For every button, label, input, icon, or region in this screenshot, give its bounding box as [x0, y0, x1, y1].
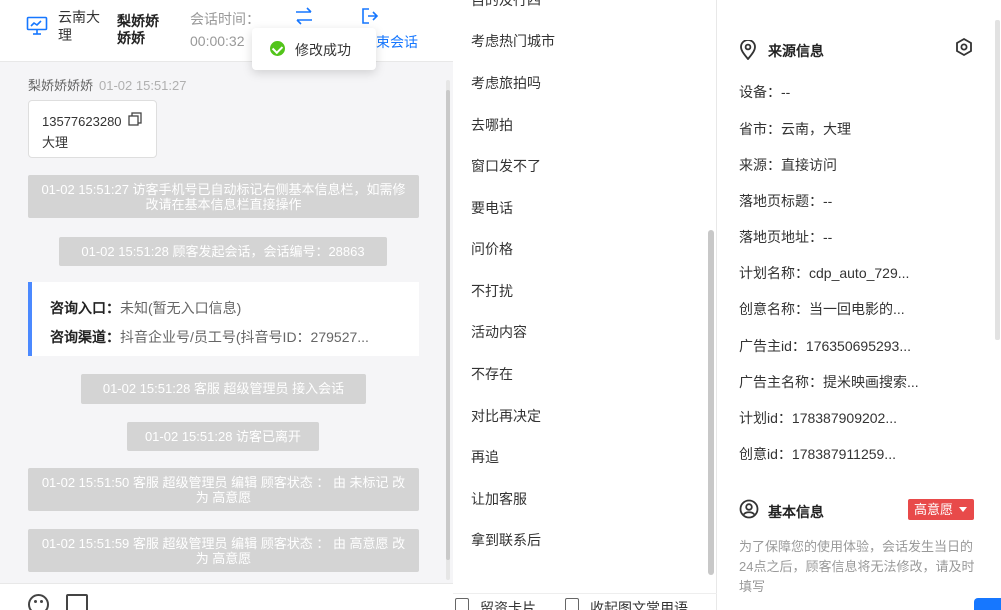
lead-card-button[interactable]: 留资卡片 [480, 598, 536, 610]
monitor-icon [26, 16, 48, 35]
info-row-advertiser-name: 广告主名称：提米映画搜索... [739, 374, 919, 390]
quick-reply-scrollbar[interactable] [708, 230, 714, 575]
session-time-label: 会话时间： [190, 11, 260, 27]
quick-reply-item[interactable]: 不存在 [471, 364, 513, 384]
quick-reply-item[interactable]: 不打扰 [471, 281, 513, 301]
chat-panel: 云南大理 梨娇娇娇娇 会话时间： 00:00:32 束会话 修改成功 梨娇娇娇娇… [0, 0, 453, 610]
info-row-creative-id: 创意id：178387911259... [739, 446, 896, 462]
info-row-landing-title: 落地页标题：-- [739, 193, 833, 209]
system-message: 01-02 15:51:27 访客手机号已自动标记右侧基本信息栏，如需修改请在基… [28, 175, 419, 218]
check-circle-icon [270, 41, 285, 56]
quick-reply-panel: 自的及行四 考虑热门城市 考虑旅拍吗 去哪拍 窗口发不了 要电话 问价格 不打扰… [453, 0, 717, 610]
consult-info-card: 咨询入口：未知(暂无入口信息) 咨询渠道：抖音企业号/员工号(抖音号ID：279… [28, 282, 419, 356]
info-row-plan-name: 计划名称：cdp_auto_729... [739, 265, 910, 281]
message-time: 01-02 15:51:27 [99, 78, 187, 93]
system-message: 01-02 15:51:28 客服 超级管理员 接入会话 [81, 374, 366, 404]
visitor-name: 梨娇娇娇娇 [117, 13, 159, 46]
info-row-advertiser-id: 广告主id：176350695293... [739, 338, 912, 354]
location-pin-icon [740, 40, 756, 60]
quick-reply-item[interactable]: 问价格 [471, 239, 513, 259]
system-message: 01-02 15:51:50 客服 超级管理员 编辑 顾客状态 ： 由 未标记 … [28, 468, 419, 511]
quick-reply-item[interactable]: 去哪拍 [471, 115, 513, 135]
consult-entry-value: 未知(暂无入口信息) [120, 300, 242, 316]
transfer-icon[interactable] [294, 7, 314, 25]
collapse-icon [565, 598, 579, 610]
consult-channel-label: 咨询渠道： [50, 329, 120, 345]
consult-entry-label: 咨询入口： [50, 300, 120, 316]
system-message: 01-02 15:51:28 顾客发起会话，会话编号：28863 [59, 237, 387, 266]
info-row-device: 设备：-- [739, 84, 791, 100]
quick-reply-item[interactable]: 窗口发不了 [471, 156, 541, 176]
quick-reply-footer: 留资卡片 收起图文常用语 [453, 593, 717, 610]
image-icon[interactable] [66, 594, 88, 610]
exit-icon[interactable] [361, 7, 379, 25]
quick-reply-item[interactable]: 考虑旅拍吗 [471, 73, 541, 93]
quick-reply-item[interactable]: 考虑热门城市 [471, 31, 555, 51]
info-row-creative-name: 创意名称：当一回电影的... [739, 301, 905, 317]
message-sender: 梨娇娇娇娇 [28, 78, 94, 93]
visitor-location: 云南大理 [58, 9, 100, 43]
quick-reply-item[interactable]: 再追 [471, 447, 499, 467]
chat-header: 云南大理 梨娇娇娇娇 会话时间： 00:00:32 束会话 [0, 0, 453, 62]
end-session-button[interactable]: 束会话 [376, 32, 418, 52]
chat-scrollbar-thumb[interactable] [446, 90, 450, 560]
settings-icon[interactable] [954, 37, 974, 57]
corner-action-button[interactable] [974, 598, 1001, 610]
source-info-title: 来源信息 [768, 43, 824, 59]
visitor-city: 大理 [42, 135, 69, 150]
message-meta: 梨娇娇娇娇 01-02 15:51:27 [28, 75, 186, 94]
emoji-icon[interactable] [28, 594, 49, 610]
success-toast: 修改成功 [252, 28, 376, 70]
system-message: 01-02 15:51:59 客服 超级管理员 编辑 顾客状态 ： 由 高意愿 … [28, 529, 419, 572]
info-scrollbar[interactable] [995, 20, 1000, 340]
visitor-card: 13577623280 大理 [28, 100, 157, 158]
caret-down-icon [959, 507, 967, 512]
copy-icon[interactable] [128, 112, 142, 126]
intent-status-label: 高意愿 [914, 502, 954, 517]
quick-reply-item[interactable]: 对比再决定 [471, 406, 541, 426]
session-time-value: 00:00:32 [190, 33, 245, 49]
collapse-phrases-button[interactable]: 收起图文常用语 [590, 598, 688, 610]
customer-info-panel: 来源信息 设备：-- 省市：云南，大理 来源：直接访问 落地页标题：-- 落地页… [717, 0, 1001, 610]
basic-info-title: 基本信息 [768, 504, 824, 520]
edit-deadline-note: 为了保障您的使用体验，会话发生当日的24点之后，顾客信息将无法修改，请及时填写 [739, 539, 975, 594]
info-row-province: 省市：云南，大理 [739, 121, 851, 137]
quick-reply-item[interactable]: 活动内容 [471, 322, 527, 342]
quick-reply-item[interactable]: 要电话 [471, 198, 513, 218]
quick-reply-item[interactable]: 自的及行四 [471, 0, 541, 10]
system-message: 01-02 15:51:28 访客已离开 [127, 422, 319, 451]
intent-status-dropdown[interactable]: 高意愿 [908, 499, 974, 520]
info-row-plan-id: 计划id：178387909202... [739, 410, 898, 426]
quick-reply-item[interactable]: 让加客服 [471, 489, 527, 509]
toast-text: 修改成功 [295, 42, 351, 58]
user-icon [739, 499, 759, 519]
consult-channel-value: 抖音企业号/员工号(抖音号ID：279527... [120, 329, 369, 345]
chat-toolbar [0, 583, 453, 610]
info-row-landing-url: 落地页地址：-- [739, 229, 833, 245]
quick-reply-item[interactable]: 拿到联系后 [471, 530, 541, 550]
info-row-source: 来源：直接访问 [739, 157, 837, 173]
card-icon [455, 598, 469, 610]
